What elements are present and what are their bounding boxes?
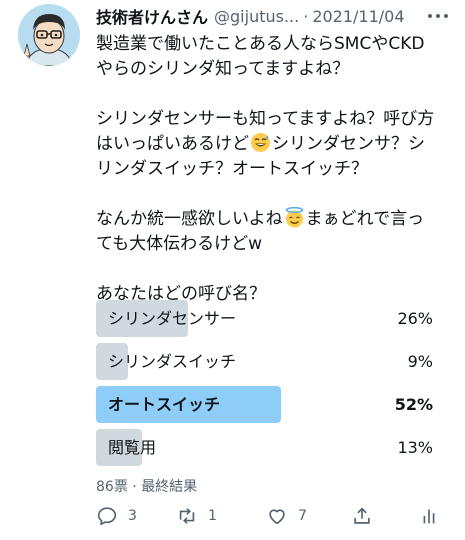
header-separator: · (303, 6, 309, 26)
poll-meta-separator: · (132, 479, 137, 495)
retweet-icon (176, 505, 198, 527)
reply-button[interactable]: 3 (96, 504, 137, 528)
share-button[interactable] (351, 504, 373, 528)
poll-option-label: 閲覧用 (108, 438, 157, 457)
poll-option[interactable]: 閲覧用 13% (96, 429, 451, 466)
retweet-button[interactable]: 1 (176, 504, 217, 528)
retweet-count: 1 (208, 508, 217, 524)
grinning-face-with-sweat-emoji (250, 132, 271, 153)
tweet-paragraph: なんか統一感欲しいよね まぁどれで言っ ても大体伝わるけどw (96, 206, 451, 257)
text-line: シリンダセンサ？シ (272, 134, 425, 154)
avatar-illustration (18, 4, 80, 66)
poll-option-percent: 52% (394, 395, 433, 414)
poll-option-percent: 9% (407, 352, 433, 371)
analytics-button[interactable] (418, 504, 440, 528)
text-line: なんか統一感欲しいよね (96, 209, 283, 229)
poll-option-label: シリンダスイッチ (108, 352, 237, 371)
poll-option[interactable]: オートスイッチ 52% (96, 386, 451, 423)
analytics-icon (418, 505, 440, 527)
like-button[interactable]: 7 (266, 504, 307, 528)
text-line: シリンダセンサーも知ってますよね？呼び方 (96, 109, 435, 129)
tweet-text: 製造業で働いたことある人ならSMCやCKD やらのシリンダ知ってますよね？ シリ… (96, 32, 451, 307)
share-icon (351, 505, 373, 527)
text-line: リンダスイッチ？オートスイッチ？ (96, 159, 368, 179)
text-line: 製造業で働いたことある人ならSMCやCKD (96, 34, 425, 54)
smiling-face-with-halo-emoji (284, 206, 305, 228)
poll-vote-count: 86票 (96, 479, 128, 495)
poll-option-percent: 26% (397, 309, 433, 328)
poll-option-label: オートスイッチ (108, 395, 221, 414)
reply-icon (96, 505, 118, 527)
like-count: 7 (298, 508, 307, 524)
poll-option[interactable]: シリンダスイッチ 9% (96, 343, 451, 380)
tweet: 技術者けんさん @gijutus... · 2021/11/04 製造業で働いた… (0, 0, 465, 540)
text-line: やらのシリンダ知ってますよね？ (96, 59, 350, 79)
more-options-icon[interactable] (425, 7, 451, 25)
tweet-date[interactable]: 2021/11/04 (312, 7, 404, 26)
text-line: まぁどれで言っ (305, 209, 425, 229)
text-line: ても大体伝わるけどw (96, 234, 263, 254)
tweet-header: 技術者けんさん @gijutus... · 2021/11/04 (96, 5, 451, 27)
tweet-paragraph: 製造業で働いたことある人ならSMCやCKD やらのシリンダ知ってますよね？ (96, 32, 451, 82)
poll-option-label: シリンダセンサー (108, 309, 237, 328)
avatar[interactable] (18, 4, 80, 66)
reply-count: 3 (128, 508, 137, 524)
tweet-paragraph: シリンダセンサーも知ってますよね？呼び方 はいっぱいあるけど シリンダセンサ？シ… (96, 107, 451, 182)
poll-option-percent: 13% (397, 438, 433, 457)
user-handle[interactable]: @gijutus... (214, 7, 299, 26)
poll-status: 最終結果 (141, 479, 198, 495)
text-line: はいっぱいあるけど (96, 134, 249, 154)
heart-icon (266, 505, 288, 527)
action-bar: 3 1 7 (96, 504, 441, 528)
poll: シリンダセンサー 26% シリンダスイッチ 9% オートスイッチ 52% 閲覧用… (96, 300, 451, 472)
display-name[interactable]: 技術者けんさん (96, 4, 208, 28)
poll-summary: 86票 · 最終結果 (96, 476, 197, 496)
poll-option[interactable]: シリンダセンサー 26% (96, 300, 451, 337)
